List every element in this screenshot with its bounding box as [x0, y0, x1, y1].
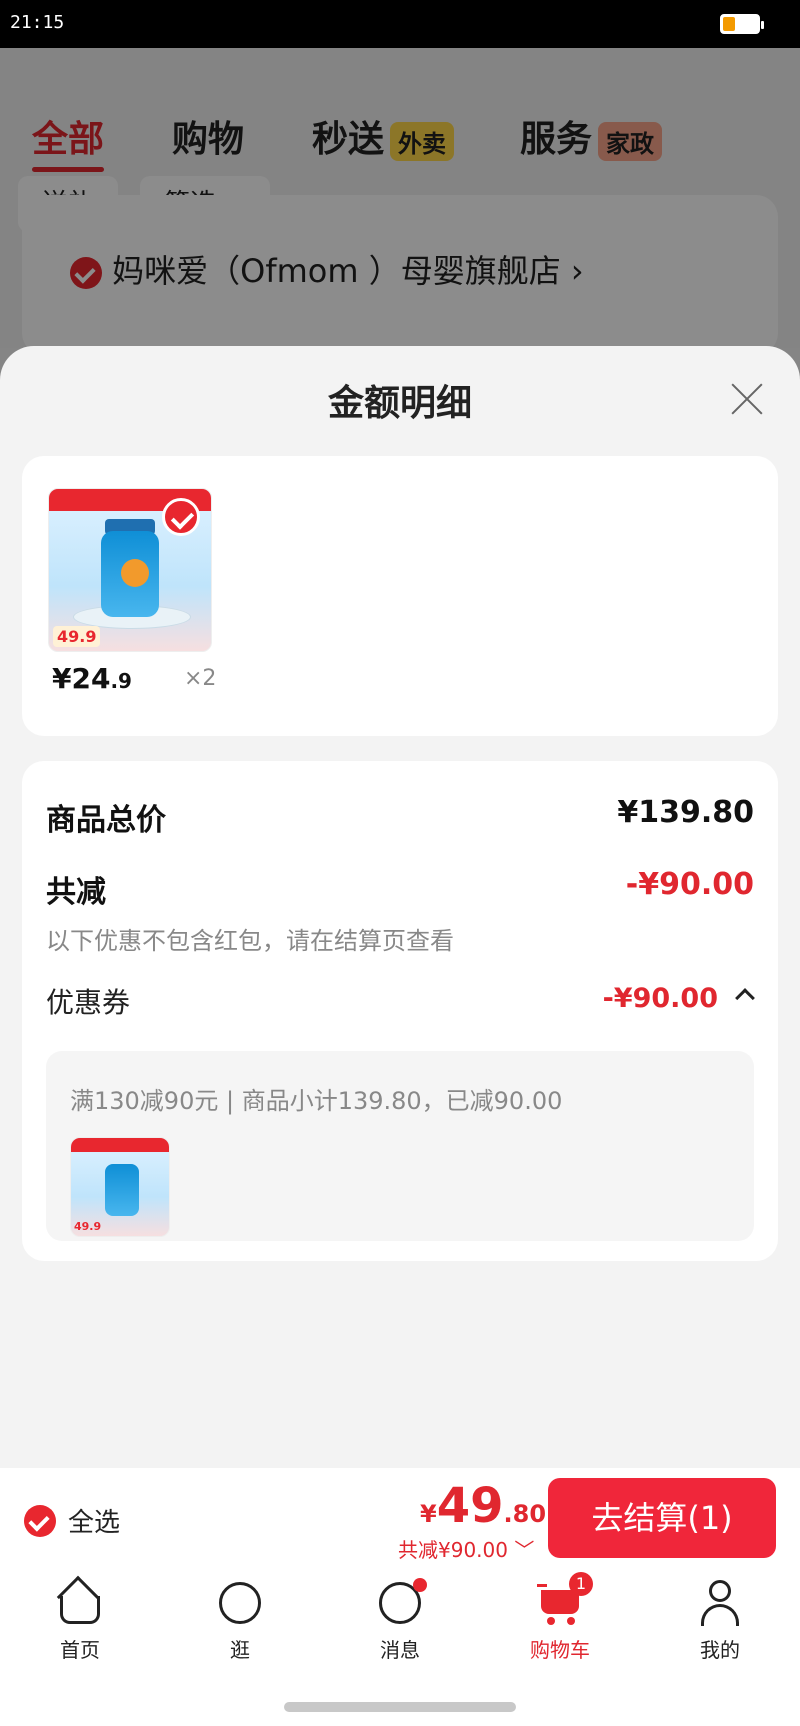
tab-messages-label: 消息 [380, 1638, 420, 1662]
sheet-title: 金额明细 [327, 383, 472, 424]
coupon-detail-box: 满130减90元 | 商品小计139.80，已减90.00 49.9 [46, 1051, 754, 1241]
checkout-bar: 全选 ¥49.80 共减¥90.00 ﹀ 去结算(1) [0, 1468, 800, 1568]
product-card: 49.9 ¥24.9 ×2 [22, 456, 778, 736]
reduce-summary[interactable]: 共减¥90.00 ﹀ [398, 1534, 534, 1563]
status-time: 21:15 [10, 12, 65, 33]
product-check-icon[interactable] [162, 498, 200, 536]
reduce-label: 共减 [46, 875, 106, 910]
tab-home-label: 首页 [60, 1638, 100, 1662]
battery-icon [720, 14, 764, 34]
tab-mine-label: 我的 [700, 1638, 740, 1662]
price-detail-card: 商品总价 ¥139.80 共减 -¥90.00 以下优惠不包含红包，请在结算页查… [22, 761, 778, 1261]
coupon-thumb-price: 49.9 [74, 1220, 102, 1233]
chevron-down-icon: ﹀ [514, 1538, 535, 1562]
status-bar: 21:15 [0, 0, 800, 48]
user-icon [697, 1580, 743, 1626]
select-all-check-icon[interactable] [24, 1504, 56, 1537]
reduce-value: -¥90.00 [625, 867, 754, 902]
total-label: 商品总价 [46, 803, 166, 838]
tab-cart-label: 购物车 [530, 1638, 590, 1662]
face-icon [217, 1580, 263, 1626]
message-icon [377, 1578, 427, 1626]
close-icon[interactable] [730, 382, 764, 416]
cart-icon: 1 [537, 1572, 593, 1626]
tab-browse-label: 逛 [230, 1638, 250, 1662]
amount-detail-sheet: 金额明细 49.9 ¥24.9 ×2 商品总价 ¥139.80 共减 -¥90.… [0, 346, 800, 1476]
tab-cart[interactable]: 1 购物车 [500, 1572, 620, 1663]
home-indicator[interactable] [284, 1702, 516, 1712]
select-all-label: 全选 [68, 1508, 121, 1538]
payable-amount: ¥49.80 [420, 1478, 547, 1534]
coupon-label: 优惠券 [46, 986, 131, 1019]
chevron-up-icon[interactable] [735, 988, 755, 1008]
home-icon [56, 1575, 103, 1626]
tab-mine[interactable]: 我的 [660, 1580, 780, 1663]
tab-messages[interactable]: 消息 [340, 1578, 460, 1663]
tab-home[interactable]: 首页 [20, 1575, 140, 1663]
cart-badge: 1 [569, 1572, 593, 1596]
checkout-button[interactable]: 去结算(1) [548, 1478, 776, 1558]
discount-note: 以下优惠不包含红包，请在结算页查看 [46, 927, 454, 955]
total-value: ¥139.80 [617, 795, 754, 830]
product-price: ¥24.9 [52, 662, 132, 695]
product-quantity: ×2 [184, 666, 217, 691]
coupon-value[interactable]: -¥90.00 [603, 983, 718, 1014]
tab-browse[interactable]: 逛 [180, 1580, 300, 1663]
select-all[interactable]: 全选 [24, 1502, 120, 1539]
product-image-price: 49.9 [53, 626, 101, 647]
coupon-detail-text: 满130减90元 | 商品小计139.80，已减90.00 [70, 1087, 563, 1115]
coupon-product-thumbnail[interactable]: 49.9 [70, 1137, 170, 1237]
